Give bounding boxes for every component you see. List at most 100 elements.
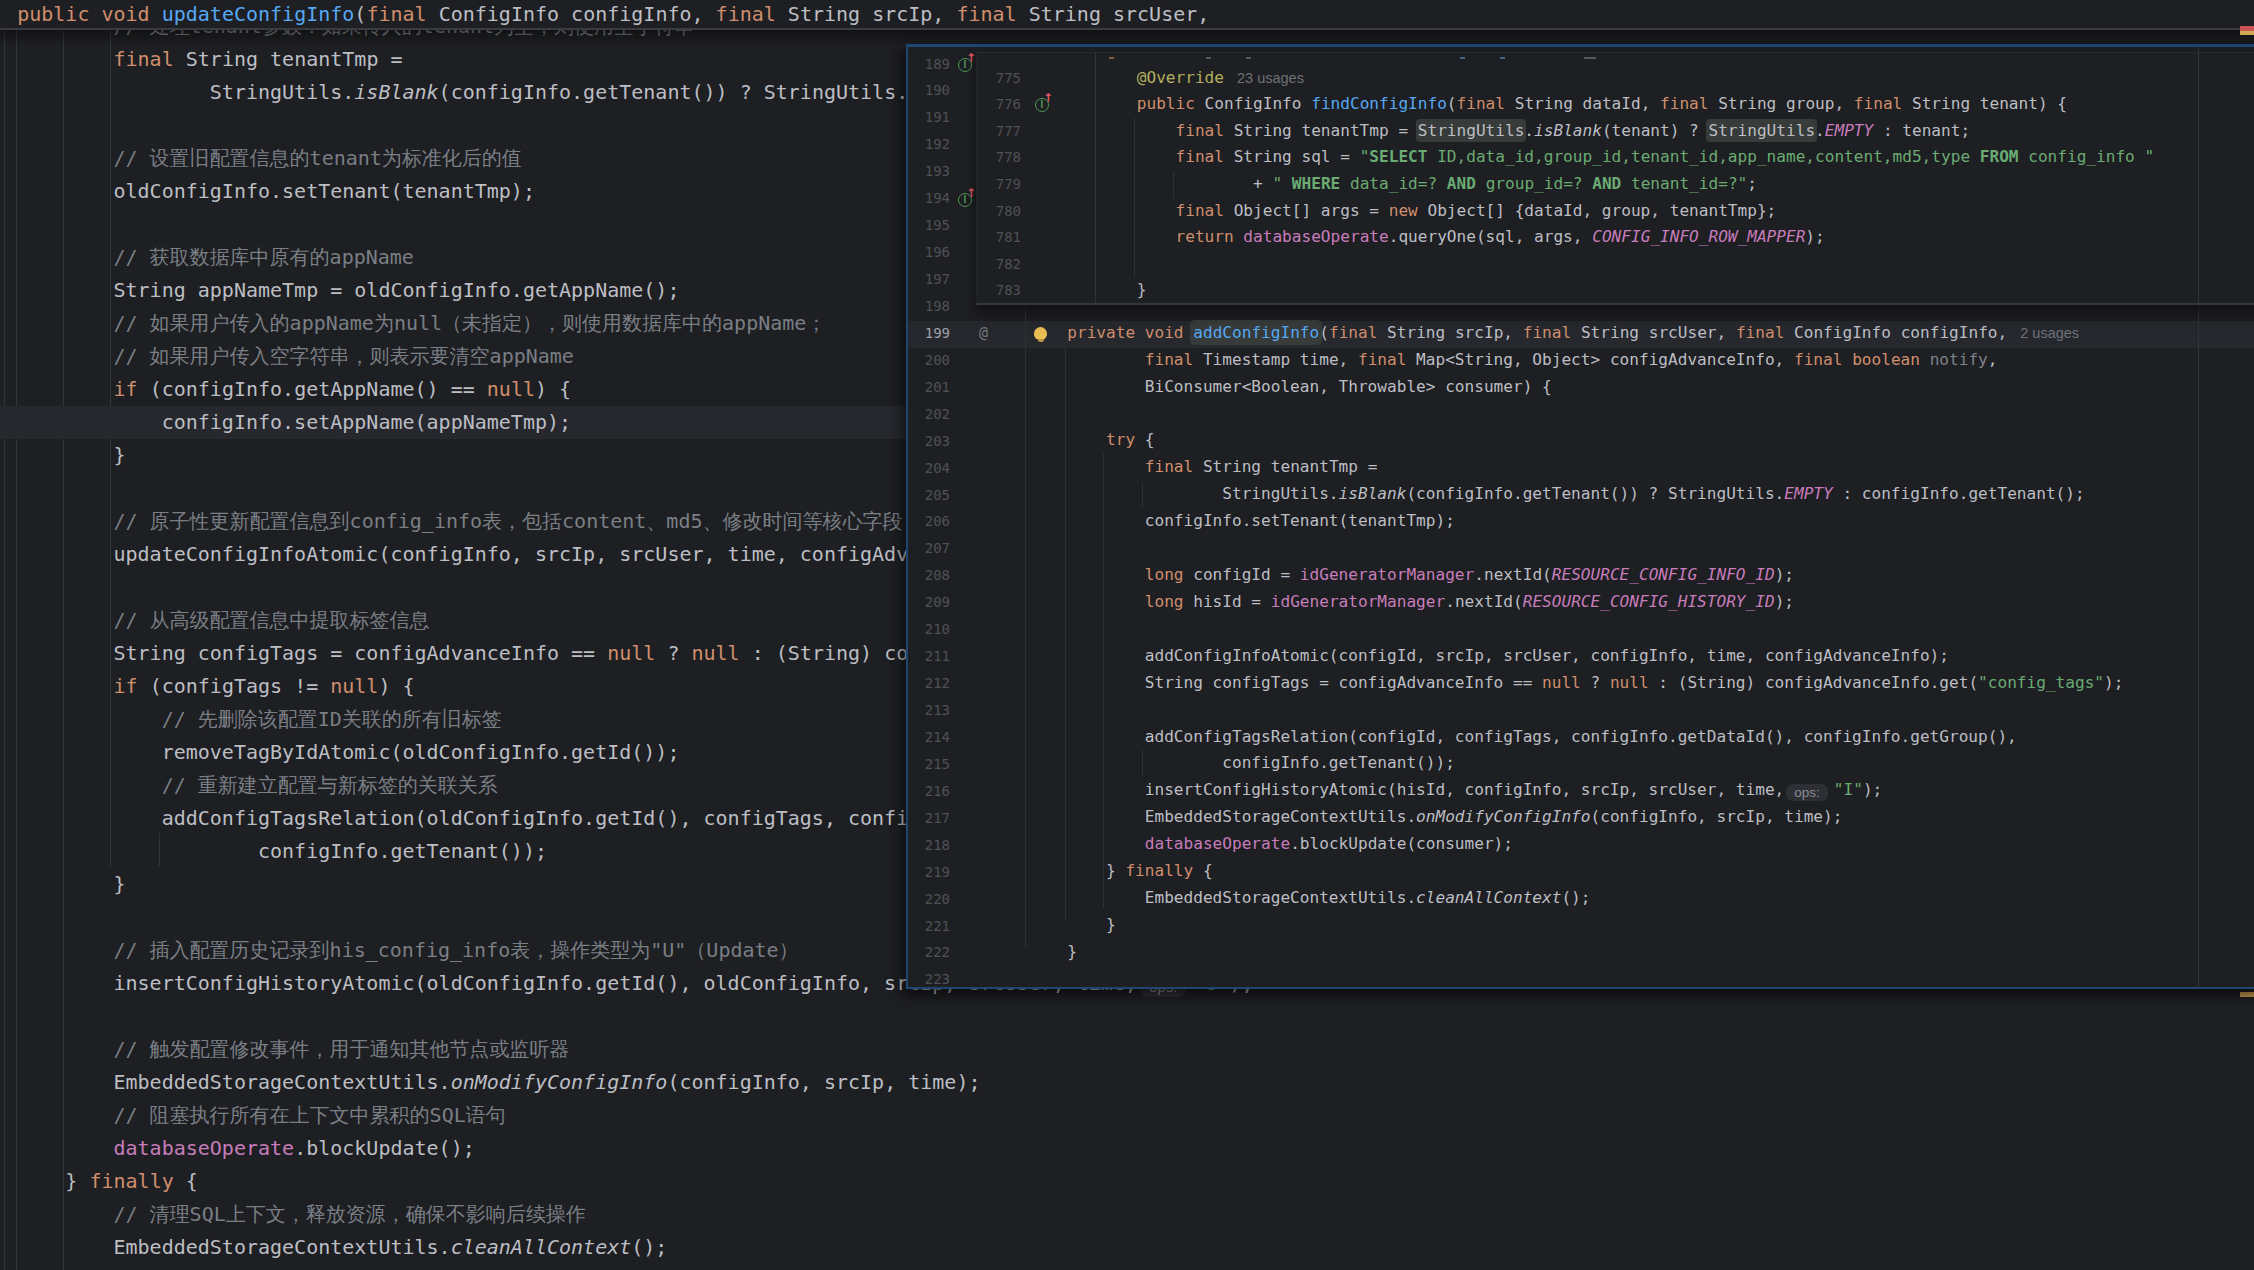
implements-icon[interactable]: I↑ [1035,96,1051,112]
popup-line-number-198[interactable]: 198 [908,293,950,320]
popup-line-number-204[interactable]: 204 [908,455,950,482]
inner-code-line-775[interactable]: @Override23 usages [1098,65,2154,92]
popup-line-number-206[interactable]: 206 [908,508,950,535]
popup-code-line-205[interactable]: StringUtils.isBlank(configInfo.getTenant… [1029,481,2124,508]
popup-code-line-208[interactable]: long configId = idGeneratorManager.nextI… [1029,562,2124,589]
inner-code-line-783[interactable]: } [1098,277,2154,304]
popup-line-number-210[interactable]: 210 [908,616,950,643]
popup-code-line-216[interactable]: insertConfigHistoryAtomic(hisId, configI… [1029,777,2124,804]
popup-code-line-206[interactable]: configInfo.setTenant(tenantTmp); [1029,508,2124,535]
popup-code-line-214[interactable]: addConfigTagsRelation(configId, configTa… [1029,724,2124,751]
inner-line-number-775[interactable]: 775 [977,65,1021,92]
popup-line-number-221[interactable]: 221 [908,913,950,940]
annotation-gutter-mark[interactable]: @ [979,326,988,341]
popup-code-line-218[interactable]: databaseOperate.blockUpdate(consumer); [1029,831,2124,858]
main-code-line-32[interactable]: EmbeddedStorageContextUtils.onModifyConf… [0,1066,1402,1099]
popup-line-number-212[interactable]: 212 [908,670,950,697]
popup-line-number-202[interactable]: 202 [908,401,950,428]
popup-code-line-220[interactable]: EmbeddedStorageContextUtils.cleanAllCont… [1029,885,2124,912]
popup-code-line-213[interactable] [1029,697,2124,724]
popup-line-number-211[interactable]: 211 [908,643,950,670]
main-code-line-35[interactable]: } finally { [0,1165,1402,1198]
error-stripe-mark-yellow2[interactable] [2240,992,2254,997]
inner-code-line-780[interactable]: final Object[] args = new Object[] {data… [1098,198,2154,225]
popup-code-line-221[interactable]: } [1029,912,2124,939]
inner-line-number-779[interactable]: 779 [977,171,1021,198]
error-stripe-mark-yellow[interactable] [2240,31,2254,35]
sticky-header[interactable]: public void updateConfigInfo(final Confi… [0,0,2254,30]
popup-line-number-223[interactable]: 223 [908,966,950,993]
inner-line-number-776[interactable]: 776 [977,91,1021,118]
popup-line-number-220[interactable]: 220 [908,886,950,913]
popup-line-number-197[interactable]: 197 [908,266,950,293]
popup-code-line-222[interactable]: } [1029,939,2124,966]
declaration-preview-popup[interactable]: 775776777778779780781782783 I↑ @Override… [976,52,2254,305]
popup-code-line-204[interactable]: final String tenantTmp = [1029,454,2124,481]
popup-code-line-223[interactable] [1029,966,2124,993]
popup-line-number-207[interactable]: 207 [908,535,950,562]
inner-line-number-777[interactable]: 777 [977,118,1021,145]
popup-line-number-190[interactable]: 190 [908,77,950,104]
popup-line-number-218[interactable]: 218 [908,832,950,859]
token-i: onModifyConfigInfo [451,1070,668,1094]
popup-line-number-191[interactable]: 191 [908,104,950,131]
inner-code-line-779[interactable]: + " WHERE data_id=? AND group_id=? AND t… [1098,171,2154,198]
inner-code-line-778[interactable]: final String sql = "SELECT ID,data_id,gr… [1098,144,2154,171]
inner-line-number-782[interactable]: 782 [977,251,1021,278]
popup-line-number-214[interactable]: 214 [908,724,950,751]
inner-line-number-780[interactable]: 780 [977,198,1021,225]
popup-line-number-193[interactable]: 193 [908,158,950,185]
popup-line-number-194[interactable]: 194 [908,185,950,212]
main-code-line-30[interactable] [0,1000,1402,1033]
inner-code-line-782[interactable] [1098,251,2154,278]
popup-code-line-212[interactable]: String configTags = configAdvanceInfo ==… [1029,670,2124,697]
main-code-line-33[interactable]: // 阻塞执行所有在上下文中累积的SQL语句 [0,1099,1402,1132]
main-code-line-34[interactable]: databaseOperate.blockUpdate(); [0,1132,1402,1165]
token-fi: CONFIG_INFO_ROW_MAPPER [1592,227,1805,246]
popup-line-number-192[interactable]: 192 [908,131,950,158]
inner-code-line-777[interactable]: final String tenantTmp = StringUtils.isB… [1098,118,2154,145]
inner-line-number-778[interactable]: 778 [977,144,1021,171]
popup-line-number-222[interactable]: 222 [908,939,950,966]
popup-line-number-201[interactable]: 201 [908,374,950,401]
popup-code-line-200[interactable]: final Timestamp time, final Map<String, … [1029,347,2124,374]
inner-code-line-776[interactable]: public ConfigInfo findConfigInfo(final S… [1098,91,2154,118]
popup-line-number-219[interactable]: 219 [908,859,950,886]
popup-code-line-215[interactable]: configInfo.getTenant()); [1029,750,2124,777]
popup-code-line-203[interactable]: try { [1029,427,2124,454]
popup-line-number-213[interactable]: 213 [908,697,950,724]
popup-code-line-209[interactable]: long hisId = idGeneratorManager.nextId(R… [1029,589,2124,616]
popup-line-number-200[interactable]: 200 [908,347,950,374]
implements-icon[interactable]: I↑ [958,191,974,207]
inner-code-line-781[interactable]: return databaseOperate.queryOne(sql, arg… [1098,224,2154,251]
popup-line-number-208[interactable]: 208 [908,562,950,589]
popup-line-number-209[interactable]: 209 [908,589,950,616]
token-c: // 如果用户传入空字符串，则表示要清空appName [0,344,574,368]
token-k: boolean [1852,350,1920,369]
inner-line-number-783[interactable]: 783 [977,277,1021,304]
popup-code-line-199[interactable]: private void addConfigInfo(final String … [1029,320,2124,347]
popup-code-line-217[interactable]: EmbeddedStorageContextUtils.onModifyConf… [1029,804,2124,831]
popup-line-number-196[interactable]: 196 [908,239,950,266]
implements-icon[interactable]: I↑ [958,56,974,72]
popup-line-number-215[interactable]: 215 [908,751,950,778]
inner-line-number-781[interactable]: 781 [977,224,1021,251]
popup-line-number-216[interactable]: 216 [908,778,950,805]
popup-code-line-201[interactable]: BiConsumer<Boolean, Throwable> consumer)… [1029,374,2124,401]
popup-line-number-195[interactable]: 195 [908,212,950,239]
main-code-line-31[interactable]: // 触发配置修改事件，用于通知其他节点或监听器 [0,1033,1402,1066]
popup-code-line-211[interactable]: addConfigInfoAtomic(configId, srcIp, src… [1029,643,2124,670]
main-code-line-37[interactable]: EmbeddedStorageContextUtils.cleanAllCont… [0,1231,1402,1264]
popup-line-number-189[interactable]: 189 [908,51,950,78]
popup-code-line-202[interactable] [1029,400,2124,427]
popup-line-number-217[interactable]: 217 [908,805,950,832]
popup-line-number-199[interactable]: 199 [908,320,950,347]
popup-code-line-219[interactable]: } finally { [1029,858,2124,885]
popup-line-number-205[interactable]: 205 [908,482,950,509]
inner-popup-code[interactable]: @Override23 usages public ConfigInfo fin… [1098,65,2154,304]
main-code-line-36[interactable]: // 清理SQL上下文，释放资源，确保不影响后续操作 [0,1198,1402,1231]
popup-code-line-210[interactable] [1029,616,2124,643]
popup-line-number-203[interactable]: 203 [908,428,950,455]
popup-code-line-207[interactable] [1029,535,2124,562]
token-k: null [607,641,655,665]
